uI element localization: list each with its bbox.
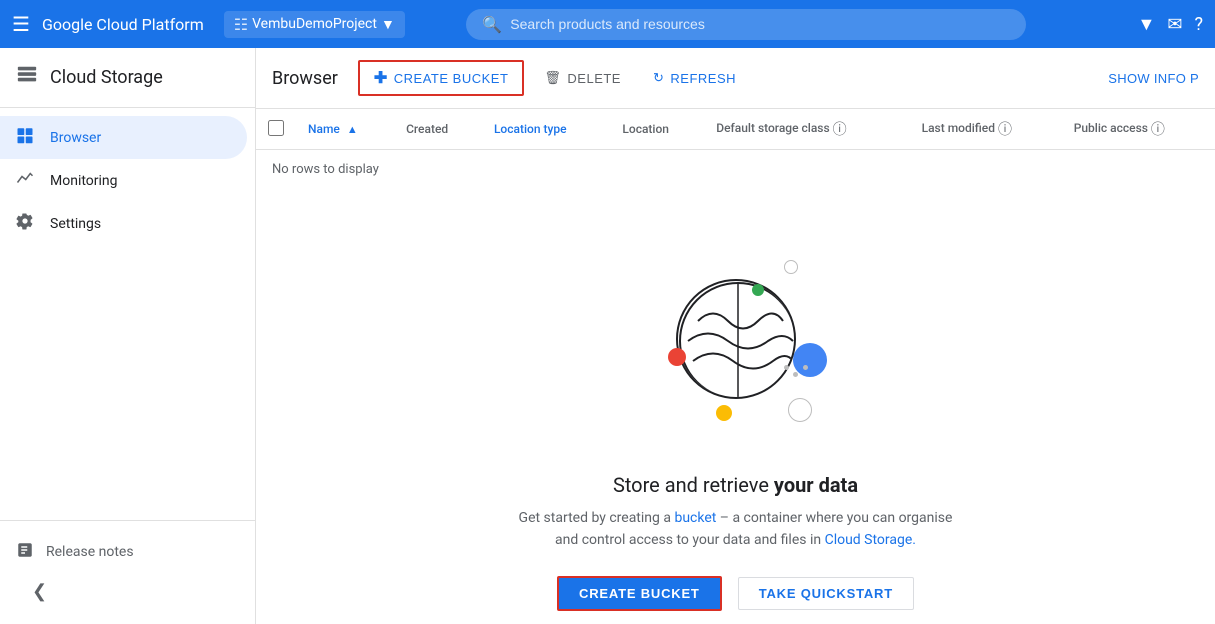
location-type-label: Location type [494, 122, 567, 136]
sidebar-item-monitoring[interactable]: Monitoring [0, 159, 247, 202]
outline-dot-bottom [788, 398, 812, 422]
show-info-button[interactable]: SHOW INFO P [1108, 71, 1199, 86]
refresh-icon: ↻ [653, 70, 664, 86]
main-content: Browser ✚ CREATE BUCKET 🗑 DELETE ↻ REFRE… [256, 48, 1215, 624]
last-modified-label: Last modified [922, 121, 995, 135]
storage-class-label: Default storage class [716, 121, 829, 135]
hamburger-menu-icon[interactable]: ☰ [12, 12, 30, 36]
sidebar-item-browser[interactable]: Browser [0, 116, 247, 159]
search-icon: 🔍 [482, 15, 502, 34]
bucket-link[interactable]: bucket [674, 510, 716, 526]
name-label: Name [308, 122, 340, 136]
outline-dot-top [784, 260, 798, 274]
sidebar: Cloud Storage Browser Monitoring Setting… [0, 48, 256, 624]
created-column-header: Created [394, 109, 482, 150]
release-notes-item[interactable]: Release notes [16, 533, 239, 571]
notifications-icon[interactable]: ✉ [1167, 14, 1182, 35]
browser-label: Browser [50, 130, 101, 146]
release-notes-icon [16, 541, 34, 563]
cloud-storage-icon [16, 64, 38, 91]
empty-state-description: Get started by creating a bucket – a con… [516, 507, 956, 552]
empty-title-bold: your data [774, 473, 858, 497]
release-notes-label: Release notes [46, 544, 134, 560]
topbar-dropdown-icon[interactable]: ▼ [1138, 14, 1156, 35]
table-header: Name ▲ Created Location type Location [256, 109, 1215, 150]
sidebar-header: Cloud Storage [0, 48, 255, 108]
blue-dot [793, 343, 827, 377]
location-label: Location [622, 122, 669, 136]
project-selector[interactable]: ☷ VembuDemoProject ▼ [224, 11, 405, 38]
empty-state: Store and retrieve your data Get started… [256, 189, 1215, 624]
select-all-column [256, 109, 296, 150]
small-grey-dot-2 [793, 372, 798, 377]
sidebar-title: Cloud Storage [50, 67, 163, 88]
yellow-dot [716, 405, 732, 421]
show-info-label: SHOW INFO P [1108, 71, 1199, 86]
no-rows-row: No rows to display [256, 150, 1215, 190]
refresh-label: REFRESH [670, 71, 736, 86]
storage-class-column-header: Default storage class ⓘ [704, 109, 909, 150]
topbar: ☰ Google Cloud Platform ☷ VembuDemoProje… [0, 0, 1215, 48]
select-all-checkbox[interactable] [268, 120, 284, 136]
last-modified-column-header: Last modified ⓘ [910, 109, 1062, 150]
globe-icon [676, 279, 796, 399]
location-column-header: Location [610, 109, 704, 150]
collapse-icon: ❮ [32, 581, 47, 602]
small-grey-dot-1 [784, 365, 789, 370]
empty-state-actions: CREATE BUCKET TAKE QUICKSTART [557, 576, 914, 611]
sidebar-item-settings[interactable]: Settings [0, 202, 247, 245]
plus-icon: ✚ [374, 68, 388, 88]
breadcrumb-title: Browser [272, 68, 338, 89]
name-column-header[interactable]: Name ▲ [296, 109, 394, 150]
project-dropdown-icon: ▼ [381, 16, 395, 33]
settings-label: Settings [50, 216, 101, 232]
public-access-label: Public access [1074, 121, 1148, 135]
create-bucket-label: CREATE BUCKET [394, 71, 509, 86]
help-icon[interactable]: ? [1194, 14, 1203, 35]
topbar-right: ▼ ✉ ? [1138, 14, 1203, 35]
table-body: No rows to display [256, 150, 1215, 190]
empty-create-bucket-button[interactable]: CREATE BUCKET [557, 576, 722, 611]
project-name: VembuDemoProject [252, 16, 377, 32]
settings-icon [16, 212, 34, 235]
monitoring-icon [16, 169, 34, 192]
search-bar[interactable]: 🔍 [466, 9, 1026, 40]
main-toolbar: Browser ✚ CREATE BUCKET 🗑 DELETE ↻ REFRE… [256, 48, 1215, 109]
empty-title-prefix: Store and retrieve [613, 473, 774, 497]
empty-state-title: Store and retrieve your data [613, 473, 858, 497]
illustration [616, 229, 856, 449]
location-type-column-header[interactable]: Location type [482, 109, 610, 150]
sort-arrow-icon: ▲ [347, 123, 358, 136]
sidebar-footer: Release notes ❮ [0, 520, 255, 624]
sidebar-nav: Browser Monitoring Settings [0, 108, 255, 520]
bucket-table-area: Name ▲ Created Location type Location [256, 109, 1215, 624]
delete-label: DELETE [567, 71, 621, 86]
refresh-button[interactable]: ↻ REFRESH [641, 64, 748, 92]
created-label: Created [406, 122, 448, 136]
public-access-column-header: Public access ⓘ [1062, 109, 1215, 150]
delete-icon: 🗑 [544, 70, 561, 86]
layout: Cloud Storage Browser Monitoring Setting… [0, 48, 1215, 624]
create-bucket-button[interactable]: ✚ CREATE BUCKET [358, 60, 525, 96]
no-rows-message: No rows to display [256, 150, 1215, 190]
quickstart-label: TAKE QUICKSTART [759, 586, 893, 601]
bucket-table: Name ▲ Created Location type Location [256, 109, 1215, 189]
last-modified-help-icon[interactable]: ⓘ [998, 122, 1012, 138]
search-input[interactable] [510, 16, 1010, 32]
storage-class-help-icon[interactable]: ⓘ [833, 122, 847, 138]
public-access-help-icon[interactable]: ⓘ [1151, 122, 1165, 138]
brand-label: Google Cloud Platform [42, 15, 204, 34]
browser-icon [16, 126, 34, 149]
collapse-sidebar-button[interactable]: ❮ [16, 571, 239, 612]
red-dot [668, 348, 686, 366]
take-quickstart-button[interactable]: TAKE QUICKSTART [738, 577, 914, 610]
delete-button[interactable]: 🗑 DELETE [532, 64, 633, 92]
monitoring-label: Monitoring [50, 173, 118, 189]
empty-create-label: CREATE BUCKET [579, 586, 700, 601]
cloud-storage-link[interactable]: Cloud Storage. [825, 532, 916, 548]
